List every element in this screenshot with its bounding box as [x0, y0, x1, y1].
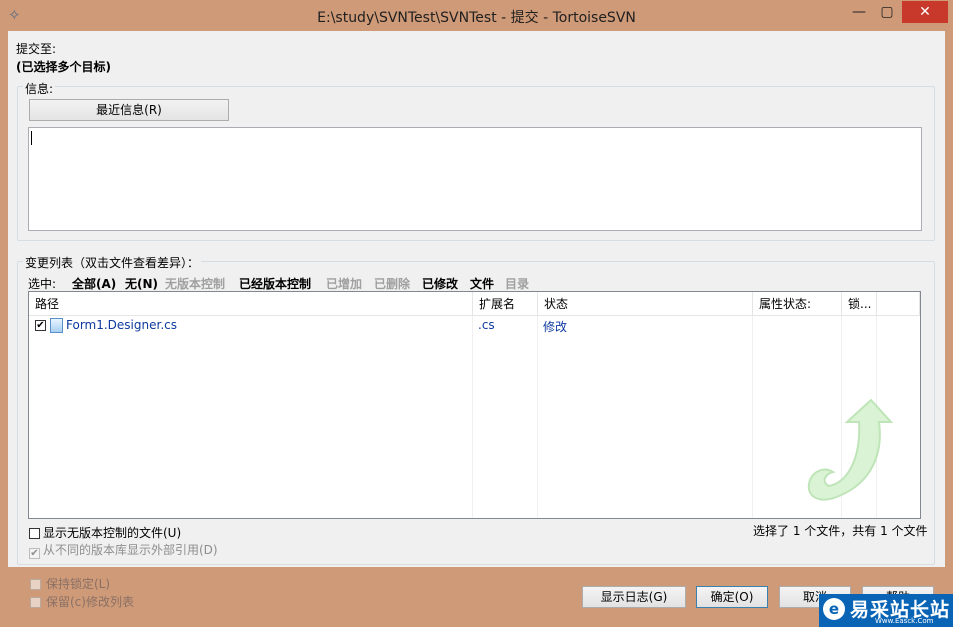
window-title: E:\study\SVNTest\SVNTest - 提交 - Tortoise… — [317, 10, 636, 26]
show-externals-label: 从不同的版本库显示外部引用(D) — [43, 543, 218, 557]
commit-message-input[interactable] — [28, 127, 922, 231]
changes-list[interactable]: 路径 扩展名 状态 属性状态: 锁... ✔ Form1.Designer.cs… — [28, 291, 921, 519]
table-row[interactable]: ✔ Form1.Designer.cs .cs 修改 — [29, 317, 920, 335]
show-unversioned-label: 显示无版本控制的文件(U) — [43, 526, 182, 540]
checkbox-box — [30, 597, 41, 608]
filter-unversioned[interactable]: 无版本控制 — [165, 275, 225, 292]
message-group-label: 信息: — [23, 80, 56, 97]
filter-files[interactable]: 文件 — [470, 275, 494, 292]
filter-added[interactable]: 已增加 — [326, 275, 362, 292]
keep-changelists-checkbox: 保留(c)修改列表 — [30, 593, 134, 610]
show-log-button[interactable]: 显示日志(G) — [582, 586, 686, 608]
row-status: 修改 — [543, 320, 568, 334]
ok-button[interactable]: 确定(O) — [696, 586, 768, 608]
show-unversioned-checkbox[interactable]: 显示无版本控制的文件(U) — [29, 524, 181, 541]
show-externals-checkbox: ✔ 从不同的版本库显示外部引用(D) — [29, 541, 218, 559]
filter-versioned[interactable]: 已经版本控制 — [239, 275, 311, 292]
selection-summary: 选择了 1 个文件，共有 1 个文件 — [753, 524, 928, 538]
filter-deleted[interactable]: 已删除 — [374, 275, 410, 292]
column-divider — [752, 316, 753, 518]
select-label: 选中: — [28, 277, 57, 291]
close-button[interactable]: ✕ — [902, 1, 948, 23]
filter-modified[interactable]: 已修改 — [422, 275, 458, 292]
changes-group-label: 变更列表（双击文件查看差异）： — [23, 254, 202, 271]
watermark-subtext: Www.Easck.Com — [875, 617, 934, 625]
row-checkbox[interactable]: ✔ — [35, 320, 46, 331]
filter-directories[interactable]: 目录 — [505, 275, 529, 292]
column-header-path[interactable]: 路径 — [29, 292, 473, 316]
column-divider — [537, 316, 538, 518]
file-icon — [50, 318, 63, 333]
column-divider — [472, 316, 473, 518]
text-caret — [31, 131, 32, 145]
commit-to-label: 提交至: — [16, 42, 57, 56]
column-header-status[interactable]: 状态 — [538, 292, 753, 316]
keep-changelists-label: 保留(c)修改列表 — [46, 595, 134, 609]
column-header-filler — [877, 292, 920, 316]
tortoisesvn-arrow-icon — [807, 398, 894, 501]
row-path: Form1.Designer.cs — [66, 318, 177, 332]
filter-all[interactable]: 全部(A) — [72, 275, 116, 292]
column-header-extension[interactable]: 扩展名 — [473, 292, 538, 316]
keep-locks-checkbox: 保持锁定(L) — [30, 575, 110, 592]
keep-locks-label: 保持锁定(L) — [46, 577, 111, 591]
checkbox-box: ✔ — [29, 548, 40, 559]
site-logo-icon: e — [823, 598, 845, 620]
filter-none[interactable]: 无(N) — [125, 275, 158, 292]
recent-messages-button[interactable]: 最近信息(R) — [29, 99, 229, 121]
column-header-property-status[interactable]: 属性状态: — [753, 292, 842, 316]
dialog-client: 提交至: (已选择多个目标) 信息: 最近信息(R) 变更列表（双击文件查看差异… — [8, 31, 945, 567]
column-header-lock[interactable]: 锁... — [842, 292, 877, 316]
checkbox-box[interactable] — [29, 528, 40, 539]
checkbox-box — [30, 579, 41, 590]
title-bar: ✧ E:\study\SVNTest\SVNTest - 提交 - Tortoi… — [0, 0, 953, 32]
watermark-banner: e 易采站长站 Www.Easck.Com — [819, 594, 953, 627]
commit-target: (已选择多个目标) — [16, 60, 111, 74]
row-extension: .cs — [478, 318, 495, 332]
minimize-button[interactable]: — — [846, 1, 872, 23]
maximize-button[interactable]: ▢ — [874, 1, 900, 23]
